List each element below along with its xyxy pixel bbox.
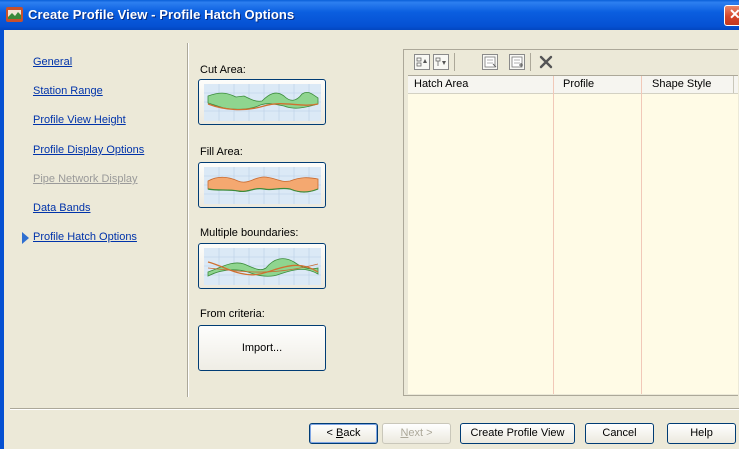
from-criteria-label: From criteria: [200,308,265,320]
column-header-hatch-area[interactable]: Hatch Area [414,78,468,90]
nav-item-profile-view-height[interactable]: Profile View Height [33,114,126,126]
move-up-icon[interactable] [414,54,430,70]
column-header-shape-style[interactable]: Shape Style [652,78,711,90]
column-divider [641,76,642,394]
nav-item-data-bands[interactable]: Data Bands [33,202,90,214]
fill-area-preview-icon [204,167,321,204]
window-frame-left [0,30,4,449]
help-button[interactable]: Help [667,423,736,444]
nav-item-profile-display-options[interactable]: Profile Display Options [33,144,144,156]
cancel-button[interactable]: Cancel [585,423,654,444]
insert-row-icon[interactable] [509,54,525,70]
close-button[interactable]: ✕ [724,5,739,26]
current-page-arrow-icon [22,232,29,244]
back-button-rest: ack [343,427,361,439]
multiple-boundaries-preview-icon [204,248,321,285]
title-bar: Create Profile View - Profile Hatch Opti… [0,0,739,30]
toolbar-separator [454,53,455,71]
nav-divider [187,43,189,397]
cut-area-preview-icon [204,84,321,121]
table-header: Hatch Area Profile Shape Style [408,76,738,94]
cut-area-label: Cut Area: [200,64,246,76]
create-profile-view-button[interactable]: Create Profile View [460,423,575,444]
nav-item-general[interactable]: General [33,56,72,68]
nav-item-pipe-network-display: Pipe Network Display [33,173,138,185]
next-button[interactable]: Next > [382,423,451,444]
nav-item-profile-hatch-options[interactable]: Profile Hatch Options [33,231,137,243]
app-icon [6,7,23,22]
multiple-boundaries-button[interactable] [198,243,326,289]
delete-icon[interactable] [538,53,554,71]
next-button-rest: ext > [408,427,433,439]
window-title: Create Profile View - Profile Hatch Opti… [28,7,295,22]
hatch-table[interactable]: Hatch Area Profile Shape Style [408,75,738,394]
multiple-boundaries-label: Multiple boundaries: [200,227,299,239]
add-row-icon[interactable] [482,54,498,70]
column-divider [733,76,734,93]
cut-area-button[interactable] [198,79,326,125]
move-down-icon[interactable] [433,54,449,70]
fill-area-label: Fill Area: [200,146,243,158]
toolbar-separator [530,53,531,71]
fill-area-button[interactable] [198,162,326,208]
import-button[interactable]: Import... [198,325,326,371]
column-divider [553,76,554,394]
footer-divider [10,408,739,410]
back-button-prefix: < [326,427,336,439]
back-button[interactable]: < Back [309,423,378,444]
column-header-profile[interactable]: Profile [563,78,594,90]
close-icon: ✕ [729,6,739,22]
nav-item-station-range[interactable]: Station Range [33,85,103,97]
